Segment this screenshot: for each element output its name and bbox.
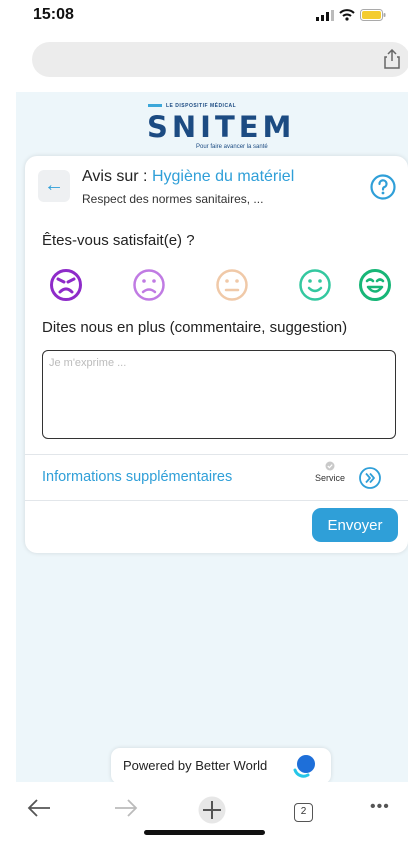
avis-prefix: Avis sur : bbox=[82, 168, 148, 185]
divider bbox=[25, 500, 408, 501]
arrow-right-icon[interactable] bbox=[113, 796, 139, 820]
status-icons bbox=[316, 9, 386, 21]
logo-bar bbox=[148, 104, 162, 107]
happy-face-icon[interactable] bbox=[298, 268, 332, 302]
logo-wordmark: SNITEM bbox=[147, 110, 296, 144]
check-dot-icon bbox=[325, 461, 335, 471]
satisfaction-question: Êtes-vous satisfait(e) ? bbox=[42, 232, 195, 249]
logo-subline: Pour faire avancer la santé bbox=[196, 144, 268, 150]
logo-tagline: LE DISPOSITIF MÉDICAL bbox=[166, 103, 237, 109]
neutral-face-icon[interactable] bbox=[215, 268, 249, 302]
page-content: LE DISPOSITIF MÉDICAL SNITEM Pour faire … bbox=[16, 92, 408, 784]
powered-by-badge[interactable]: Powered by Better World bbox=[111, 748, 331, 784]
double-chevron-right-icon[interactable] bbox=[359, 467, 381, 489]
arrow-left-icon: ← bbox=[44, 174, 64, 196]
service-label: Service bbox=[314, 473, 345, 483]
comment-label: Dites nous en plus (commentaire, suggest… bbox=[42, 319, 348, 336]
very-happy-face-icon[interactable] bbox=[358, 268, 392, 302]
more-menu-button[interactable]: ••• bbox=[370, 798, 390, 816]
snitem-logo: LE DISPOSITIF MÉDICAL SNITEM Pour faire … bbox=[144, 100, 291, 154]
wifi-icon bbox=[339, 9, 355, 21]
very-unhappy-face-icon[interactable] bbox=[49, 268, 83, 302]
emoji-rating bbox=[42, 268, 392, 302]
avis-title: Avis sur : Hygiène du matériel bbox=[82, 168, 294, 186]
divider bbox=[25, 454, 408, 455]
back-button[interactable]: ← bbox=[38, 170, 70, 202]
plus-icon[interactable] bbox=[198, 796, 226, 824]
help-icon[interactable] bbox=[370, 174, 396, 200]
signal-icon bbox=[316, 9, 334, 21]
more-info-link[interactable]: Informations supplémentaires bbox=[42, 469, 232, 485]
avis-topic: Hygiène du matériel bbox=[151, 168, 295, 185]
powered-by-text: Powered by Better World bbox=[123, 758, 268, 773]
tabs-button[interactable]: 2 bbox=[294, 803, 313, 822]
url-bar[interactable] bbox=[32, 42, 408, 77]
unhappy-face-icon[interactable] bbox=[132, 268, 166, 302]
status-time: 15:08 bbox=[33, 6, 74, 23]
avis-subtitle: Respect des normes sanitaires, ... bbox=[82, 192, 264, 206]
arrow-left-icon[interactable] bbox=[26, 796, 52, 820]
browser-toolbar: 2 ••• bbox=[0, 782, 408, 865]
feedback-card: ← Avis sur : Hygiène du matériel Respect… bbox=[25, 156, 408, 553]
send-button[interactable]: Envoyer bbox=[312, 508, 398, 542]
battery-icon bbox=[360, 9, 386, 21]
comment-field[interactable] bbox=[42, 350, 396, 439]
better-world-logo-icon bbox=[293, 755, 315, 778]
status-bar: 15:08 bbox=[0, 0, 408, 36]
share-icon[interactable] bbox=[384, 49, 400, 69]
home-indicator bbox=[144, 830, 265, 835]
